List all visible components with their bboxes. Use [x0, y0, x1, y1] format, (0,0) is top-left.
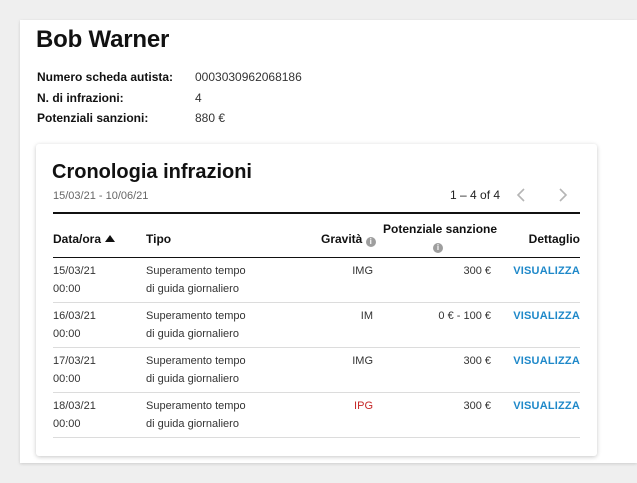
row-severity: IPG — [354, 400, 373, 412]
row-severity: IM — [360, 310, 373, 322]
row-sanction: 300 € — [463, 400, 491, 412]
row-sanction: 0 € - 100 € — [438, 310, 491, 322]
column-header-date-label: Data/ora — [53, 232, 102, 246]
row-datetime: 16/03/21 00:00 — [53, 307, 96, 343]
sanctions-value: 880 € — [195, 111, 226, 125]
view-detail-link[interactable]: VISUALIZZA — [513, 397, 580, 415]
row-time: 00:00 — [53, 328, 81, 340]
row-time: 00:00 — [53, 418, 81, 430]
date-range: 15/03/21 - 10/06/21 — [53, 190, 149, 202]
column-header-type: Tipo — [146, 232, 172, 246]
row-severity: IMG — [352, 355, 373, 367]
row-severity: IMG — [352, 265, 373, 277]
row-sanction: 300 € — [463, 265, 491, 277]
row-type-line1: Superamento tempo — [146, 400, 246, 412]
row-type-line2: di guida giornaliero — [146, 373, 239, 385]
row-type: Superamento tempo di guida giornaliero — [146, 397, 246, 433]
row-date: 15/03/21 — [53, 265, 96, 277]
pagination-label: 1 – 4 of 4 — [450, 188, 501, 202]
column-header-severity: Gravità i — [321, 232, 376, 247]
card-title: Cronologia infrazioni — [52, 161, 252, 183]
infraction-history-card: Cronologia infrazioni 15/03/21 - 10/06/2… — [36, 144, 597, 456]
row-datetime: 17/03/21 00:00 — [53, 352, 96, 388]
row-time: 00:00 — [53, 283, 81, 295]
view-detail-link[interactable]: VISUALIZZA — [513, 262, 580, 280]
row-type-line1: Superamento tempo — [146, 310, 246, 322]
row-datetime: 15/03/21 00:00 — [53, 262, 96, 298]
infractions-count-value: 4 — [195, 91, 202, 105]
row-time: 00:00 — [53, 373, 81, 385]
card-number-label: Numero scheda autista: — [37, 70, 174, 84]
chevron-right-icon[interactable] — [553, 185, 573, 205]
column-header-date[interactable]: Data/ora — [53, 232, 116, 246]
column-header-severity-label: Gravità — [321, 232, 363, 246]
row-type-line1: Superamento tempo — [146, 355, 246, 367]
column-header-sanction-label: Potenziale sanzione — [383, 222, 498, 236]
table-row: 17/03/21 00:00 Superamento tempo di guid… — [53, 348, 580, 393]
row-type: Superamento tempo di guida giornaliero — [146, 307, 246, 343]
row-type: Superamento tempo di guida giornaliero — [146, 352, 246, 388]
driver-name: Bob Warner — [36, 26, 170, 53]
info-icon[interactable]: i — [433, 243, 443, 253]
row-date: 18/03/21 — [53, 400, 96, 412]
row-sanction: 300 € — [463, 355, 491, 367]
column-header-sanction: Potenziale sanzione i — [383, 222, 498, 253]
row-date: 16/03/21 — [53, 310, 96, 322]
row-type-line2: di guida giornaliero — [146, 283, 239, 295]
table-row: 16/03/21 00:00 Superamento tempo di guid… — [53, 303, 580, 348]
infractions-count-label: N. di infrazioni: — [37, 91, 124, 105]
info-icon[interactable]: i — [365, 237, 376, 247]
view-detail-link[interactable]: VISUALIZZA — [513, 352, 580, 370]
card-number-value: 0003030962068186 — [195, 70, 302, 84]
row-type-line2: di guida giornaliero — [146, 418, 239, 430]
table-top-rule — [53, 212, 580, 214]
row-date: 17/03/21 — [53, 355, 96, 367]
column-header-detail: Dettaglio — [528, 232, 580, 246]
table-row: 15/03/21 00:00 Superamento tempo di guid… — [53, 258, 580, 303]
chevron-left-icon[interactable] — [511, 185, 531, 205]
view-detail-link[interactable]: VISUALIZZA — [513, 307, 580, 325]
row-type-line1: Superamento tempo — [146, 265, 246, 277]
sanctions-label: Potenziali sanzioni: — [37, 111, 149, 125]
sort-ascending-icon — [105, 235, 116, 242]
row-type-line2: di guida giornaliero — [146, 328, 239, 340]
driver-detail-page: Bob Warner Numero scheda autista: 000303… — [20, 20, 637, 463]
row-type: Superamento tempo di guida giornaliero — [146, 262, 246, 298]
table-row: 18/03/21 00:00 Superamento tempo di guid… — [53, 393, 580, 438]
row-datetime: 18/03/21 00:00 — [53, 397, 96, 433]
